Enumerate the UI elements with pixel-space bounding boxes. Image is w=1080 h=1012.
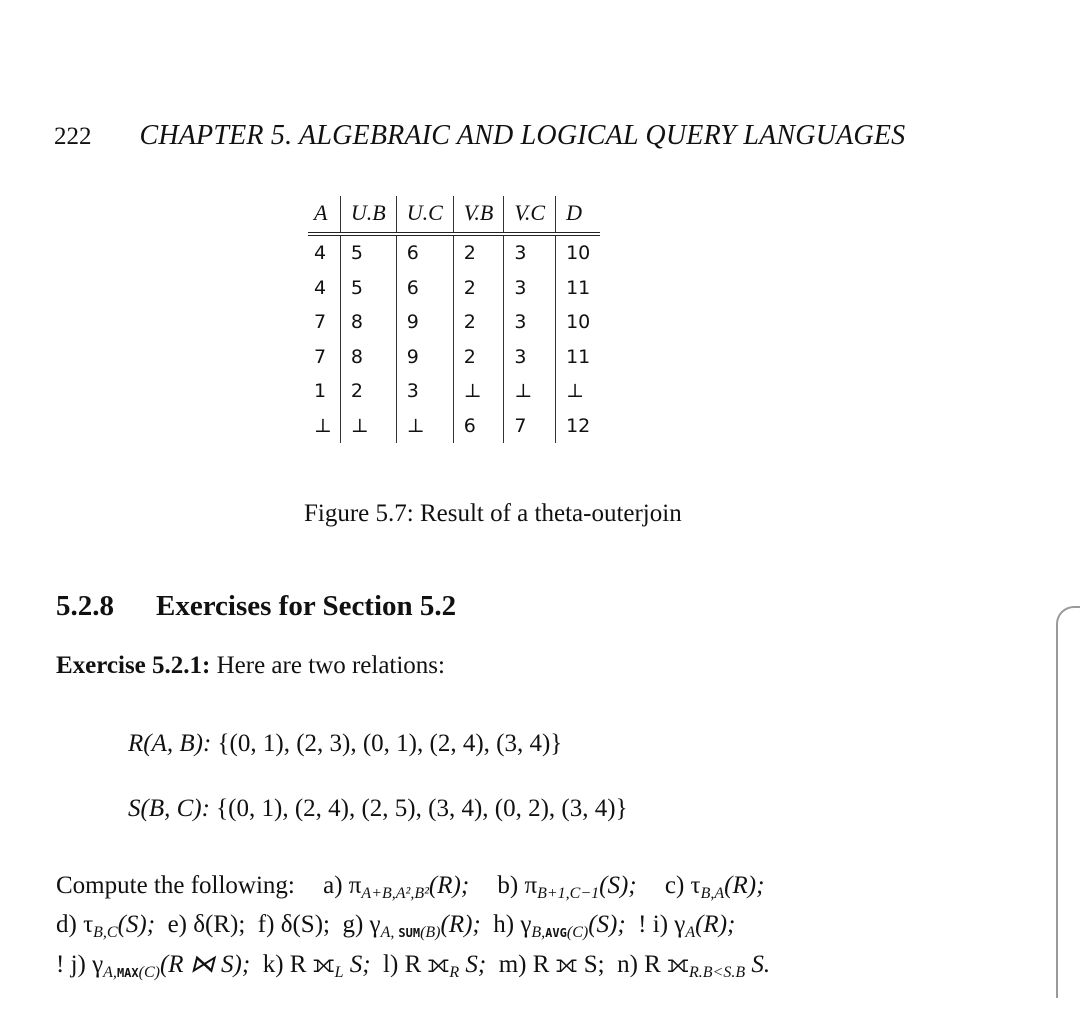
- task-line-1: Compute the following: a) πA+B,A²,B²(R);…: [56, 870, 1046, 909]
- table-row: 1 2 3 ⊥ ⊥ ⊥: [308, 374, 601, 409]
- table-cell: 10: [555, 234, 601, 271]
- column-header: U.B: [339, 196, 397, 236]
- relation-name: R(A, B):: [128, 730, 212, 757]
- exercise-intro: Exercise 5.2.1: Here are two relations:: [56, 652, 445, 680]
- relation-tuples: {(0, 1), (2, 4), (2, 5), (3, 4), (0, 2),…: [216, 795, 628, 822]
- table-cell: ⊥: [452, 374, 504, 409]
- table-cell: 9: [395, 339, 454, 374]
- task-c: c) τB,A(R);: [664, 872, 765, 902]
- task-i: ! i) γA(R);: [638, 911, 736, 941]
- table-cell: 7: [314, 311, 327, 334]
- task-line-3: ! j) γA,MAX(C)(R ⋈ S); k) R ⟗L S; l) R ⟗…: [56, 949, 1046, 989]
- table-cell: 10: [555, 305, 601, 340]
- table-cell: 4: [314, 276, 327, 299]
- table-cell: 1: [314, 380, 327, 403]
- task-a: a) πA+B,A²,B²(R);: [323, 872, 470, 902]
- column-header: D: [555, 196, 601, 236]
- theta-outerjoin-table: A U.B U.C V.B V.C D 4 5 6 2 3 10 4 5 6 2 3 11 7 8 9 2 3 1…: [308, 196, 601, 443]
- column-header: U.C: [395, 196, 454, 236]
- table-row: 4 5 6 2 3 11: [308, 270, 601, 305]
- table-cell: 6: [395, 270, 454, 305]
- table-cell: 6: [452, 408, 504, 443]
- table-row: ⊥ ⊥ ⊥ 6 7 12: [308, 408, 601, 443]
- task-j: ! j) γA,MAX(C)(R ⋈ S);: [56, 951, 251, 981]
- table-cell: 2: [452, 270, 504, 305]
- table-cell: 7: [503, 408, 556, 443]
- task-g: g) γA, SUM(B)(R);: [342, 911, 481, 941]
- page-header: 222 CHAPTER 5. ALGEBRAIC AND LOGICAL QUE…: [54, 120, 905, 152]
- table-cell: 2: [339, 374, 397, 409]
- table-cell: ⊥: [314, 414, 332, 437]
- task-l: l) R ⟗R S;: [383, 951, 487, 981]
- task-n: n) R ⟗R.B<S.B S.: [617, 951, 771, 981]
- table-cell: 9: [395, 305, 454, 340]
- exercise-tasks: Compute the following: a) πA+B,A²,B²(R);…: [56, 870, 1046, 989]
- task-k: k) R ⟗L S;: [262, 951, 371, 981]
- table-cell: 11: [555, 270, 601, 305]
- task-h: h) γB,AVG(C)(S);: [493, 911, 626, 941]
- column-header: V.B: [452, 196, 504, 236]
- relation-name: S(B, C):: [128, 795, 210, 822]
- relation-tuples: {(0, 1), (2, 3), (0, 1), (2, 4), (3, 4)}: [217, 730, 563, 757]
- table-cell: 6: [395, 234, 454, 271]
- table-cell: 7: [314, 345, 327, 368]
- table-cell: ⊥: [555, 374, 601, 409]
- page-number: 222: [54, 123, 92, 150]
- task-m: m) R ⟗ S;: [498, 951, 605, 978]
- section-heading: 5.2.8 Exercises for Section 5.2: [56, 590, 456, 623]
- column-header: A: [308, 196, 341, 236]
- task-f: f) δ(S);: [257, 911, 330, 938]
- table-row: 7 8 9 2 3 11: [308, 339, 601, 374]
- table-cell: 3: [395, 374, 454, 409]
- task-b: b) πB+1,C−1(S);: [497, 872, 637, 902]
- task-line-2: d) τB,C(S); e) δ(R); f) δ(S); g) γA, SUM…: [56, 909, 1046, 949]
- relation-r: R(A, B): {(0, 1), (2, 3), (0, 1), (2, 4)…: [128, 730, 562, 758]
- section-title: Exercises for Section 5.2: [156, 590, 457, 622]
- exercise-label: Exercise 5.2.1:: [56, 652, 211, 679]
- table-cell: 3: [503, 270, 556, 305]
- table-cell: ⊥: [395, 408, 454, 443]
- section-number: 5.2.8: [56, 590, 114, 622]
- column-header: V.C: [503, 196, 556, 236]
- task-d: d) τB,C(S);: [56, 911, 156, 941]
- table-cell: 5: [339, 270, 397, 305]
- table-cell: 4: [314, 242, 327, 265]
- table-cell: ⊥: [503, 374, 556, 409]
- table-cell: 2: [452, 305, 504, 340]
- task-e: e) δ(R);: [167, 911, 246, 938]
- exercise-intro-text: Here are two relations:: [216, 652, 445, 679]
- side-panel-handle[interactable]: [1056, 606, 1080, 998]
- figure-caption: Figure 5.7: Result of a theta-outerjoin: [304, 500, 682, 527]
- table-cell: 11: [555, 339, 601, 374]
- relation-s: S(B, C): {(0, 1), (2, 4), (2, 5), (3, 4)…: [128, 795, 628, 823]
- table-cell: 8: [339, 305, 397, 340]
- table-row: 7 8 9 2 3 10: [308, 305, 601, 340]
- chapter-title: CHAPTER 5. ALGEBRAIC AND LOGICAL QUERY L…: [139, 120, 906, 151]
- table-cell: 8: [339, 339, 397, 374]
- table-cell: 2: [452, 234, 504, 271]
- compute-label: Compute the following:: [56, 872, 295, 899]
- table-cell: 5: [339, 234, 397, 271]
- table-cell: 2: [452, 339, 504, 374]
- table-cell: 3: [503, 305, 556, 340]
- table-cell: 3: [503, 339, 556, 374]
- table-cell: 3: [503, 234, 556, 271]
- table-cell: ⊥: [339, 408, 397, 443]
- table-cell: 12: [555, 408, 601, 443]
- table-row: 4 5 6 2 3 10: [308, 234, 601, 271]
- table-header-row: A U.B U.C V.B V.C D: [308, 196, 601, 236]
